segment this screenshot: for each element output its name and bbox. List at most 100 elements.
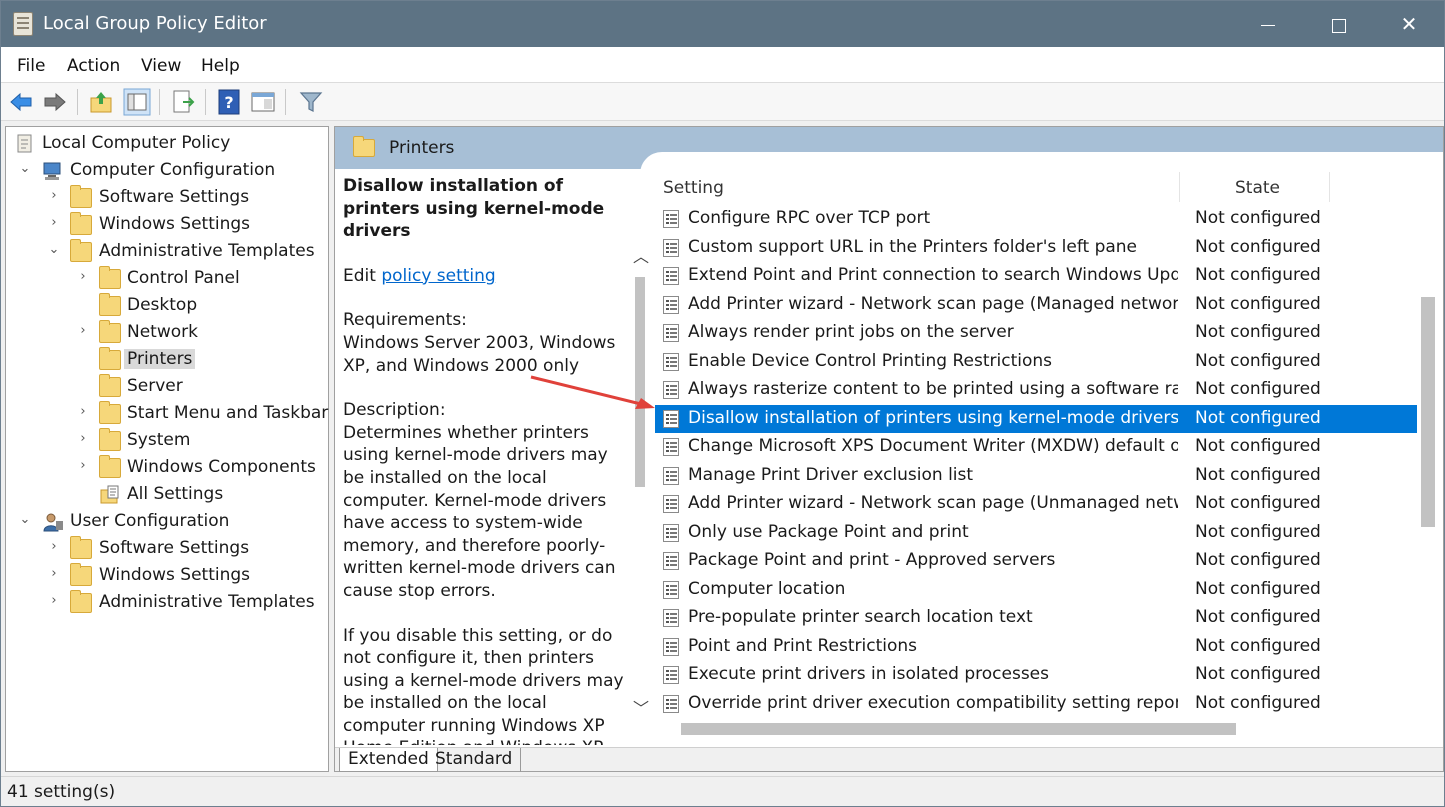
chevron-down-icon[interactable]: ⌄ [18,512,32,527]
policy-setting-icon [663,381,679,399]
chevron-right-icon[interactable]: › [47,188,61,203]
gpedit-app-icon [13,12,33,36]
chevron-right-icon[interactable]: › [47,593,61,608]
list-vertical-scroll-thumb[interactable] [1421,297,1435,527]
toolbar-separator [77,89,78,115]
requirements-text: Windows Server 2003, Windows XP, and Win… [343,332,616,376]
minimize-button[interactable] [1233,1,1303,47]
help-icon[interactable]: ? [215,88,243,116]
up-folder-icon[interactable] [87,88,115,116]
menu-help[interactable]: Help [201,56,240,76]
column-header-state[interactable]: State [1235,178,1280,208]
chevron-right-icon[interactable]: › [76,431,90,446]
policy-setting-icon [663,552,679,570]
folder-icon [70,212,92,235]
show-hide-tree-icon[interactable] [123,88,151,116]
scroll-down-icon[interactable]: ﹀ [631,695,651,718]
setting-state: Not configured [1195,208,1321,228]
properties-view-icon[interactable] [249,88,277,116]
toolbar: ? [1,83,1444,121]
policy-setting-icon [663,238,679,257]
scroll-up-icon[interactable]: ︿ [631,243,651,266]
table-row[interactable]: Enable Device Control Printing Restricti… [655,348,1417,376]
table-row[interactable]: Configure RPC over TCP port Not configure… [655,205,1417,233]
window-title: Local Group Policy Editor [43,13,267,34]
table-row[interactable]: Custom support URL in the Printers folde… [655,234,1417,262]
maximize-button[interactable] [1304,1,1374,47]
table-row[interactable]: Execute print drivers in isolated proces… [655,661,1417,689]
table-row[interactable]: Add Printer wizard - Network scan page (… [655,490,1417,518]
setting-name: Add Printer wizard - Network scan page (… [688,493,1178,513]
title-bar[interactable]: Local Group Policy Editor ✕ [1,1,1444,47]
details-pane: Printers Disallow installation of printe… [334,126,1444,772]
column-header-setting[interactable]: Setting [663,178,724,208]
requirements-block: Requirements: Windows Server 2003, Window… [343,309,628,377]
forward-arrow-icon[interactable] [41,88,69,116]
table-row[interactable]: Only use Package Point and print Not conf… [655,519,1417,547]
edit-policy-setting-link[interactable]: policy setting [381,266,495,286]
menu-action[interactable]: Action [67,56,120,76]
settings-list[interactable]: Setting State Configure RPC over TCP por… [655,172,1435,742]
back-arrow-icon[interactable] [7,88,35,116]
table-row[interactable]: Always render print jobs on the server No… [655,319,1417,347]
tree-pane[interactable]: Local Computer Policy ⌄ Computer Configu… [5,126,329,772]
setting-state: Not configured [1195,350,1321,371]
filter-icon[interactable] [297,88,325,116]
setting-state: Not configured [1195,521,1321,542]
description-label: Description: [343,400,446,421]
list-horizontal-scroll-thumb[interactable] [681,723,1236,735]
toolbar-separator [205,89,206,115]
close-icon: ✕ [1400,12,1418,36]
close-button[interactable]: ✕ [1374,1,1444,47]
folder-icon [99,428,121,451]
setting-name: Disallow installation of printers using … [688,407,1178,428]
folder-icon [99,401,121,424]
column-divider[interactable] [1179,172,1180,202]
menu-file[interactable]: File [17,56,45,76]
table-row[interactable]: Pre-populate printer search location tex… [655,604,1417,632]
policy-setting-icon [663,210,679,228]
edit-prefix: Edit [343,265,382,286]
chevron-down-icon[interactable]: ⌄ [18,161,32,176]
folder-icon [70,536,92,559]
policy-setting-icon [663,267,679,285]
chevron-right-icon[interactable]: › [47,566,61,581]
setting-state: Not configured [1195,436,1321,456]
policy-setting-icon [663,295,679,314]
chevron-right-icon[interactable]: › [47,215,61,230]
chevron-right-icon[interactable]: › [47,539,61,554]
table-row[interactable]: Add Printer wizard - Network scan page (… [655,291,1417,319]
table-row[interactable]: Manage Print Driver exclusion list Not co… [655,462,1417,490]
chevron-down-icon[interactable]: ⌄ [47,242,61,257]
table-row[interactable]: Always rasterize content to be printed u… [655,376,1417,404]
table-row[interactable]: Computer location Not configured [655,576,1417,604]
app-window: Local Group Policy Editor ✕ File Action … [0,0,1445,807]
setting-name: Override print driver execution compatib… [688,692,1178,713]
chevron-right-icon[interactable]: › [76,269,90,284]
policy-title: Disallow installation of printers using … [343,176,605,242]
table-row[interactable]: Package Point and print - Approved serve… [655,547,1417,575]
export-list-icon[interactable] [169,88,197,116]
chevron-right-icon[interactable]: › [76,404,90,419]
folder-icon [99,266,121,289]
all-settings-icon [100,485,119,504]
table-row[interactable]: Change Microsoft XPS Document Writer (MX… [655,433,1417,461]
setting-state: Not configured [1195,607,1321,627]
table-row[interactable]: Point and Print Restrictions Not configur… [655,633,1417,661]
chevron-right-icon[interactable]: › [76,458,90,473]
chevron-right-icon[interactable]: › [76,323,90,338]
menu-view[interactable]: View [141,56,181,76]
folder-icon [70,590,92,613]
table-row[interactable]: Extend Point and Print connection to sea… [655,262,1417,290]
table-row[interactable]: Disallow installation of printers using … [655,404,1417,433]
tab-standard[interactable]: Standard [427,748,522,772]
tab-extended[interactable]: Extended [339,748,438,772]
column-divider[interactable] [1329,172,1330,202]
policy-setting-icon [663,352,679,371]
policy-setting-icon [663,580,679,599]
setting-state: Not configured [1195,550,1321,570]
table-row[interactable]: Override print driver execution compatib… [655,690,1417,718]
folder-icon [99,374,121,397]
description-scrollbar[interactable]: ︿ ﹀ [631,239,651,719]
setting-state: Not configured [1195,407,1321,428]
